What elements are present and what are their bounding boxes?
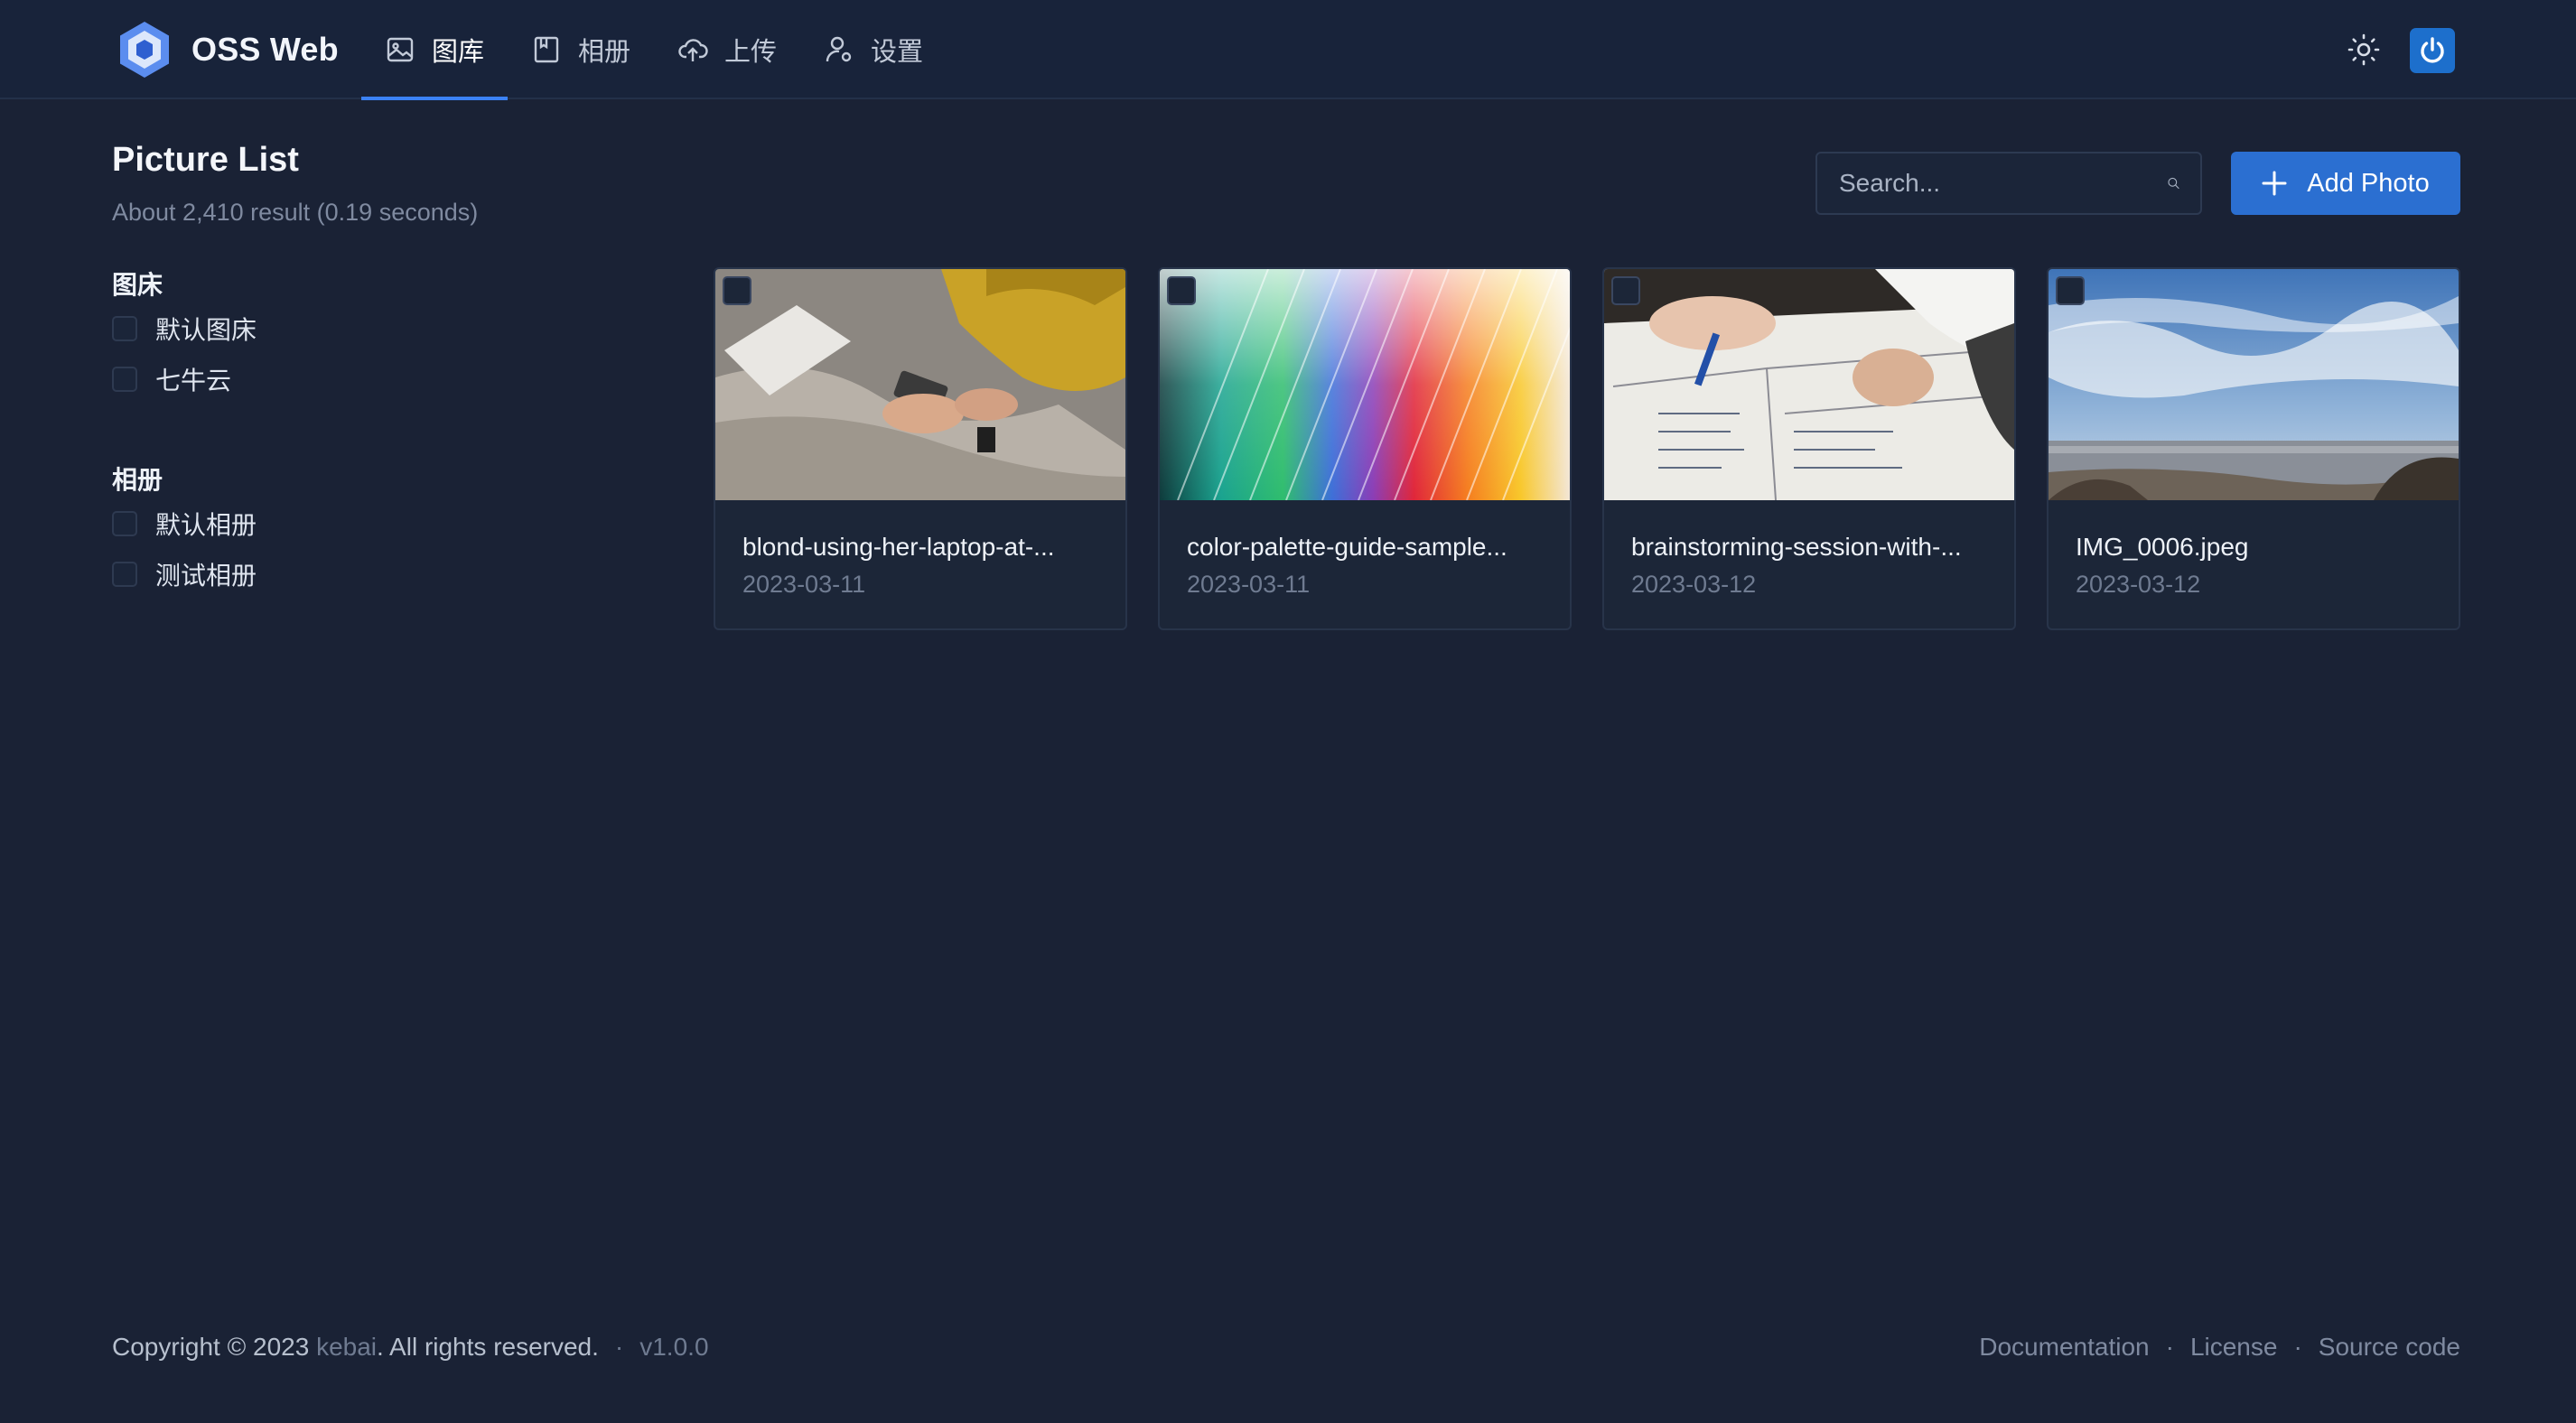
filter-group-album: 相册 默认相册 测试相册 [112, 462, 257, 600]
power-icon [2421, 37, 2444, 63]
card-checkbox[interactable] [1167, 276, 1196, 305]
plus-icon [2262, 171, 2287, 196]
picture-name: IMG_0006.jpeg [2076, 533, 2249, 561]
picture-date: 2023-03-11 [742, 571, 866, 598]
picture-thumbnail [2049, 269, 2459, 500]
filter-label: 默认图床 [155, 316, 257, 344]
card-checkbox[interactable] [1611, 276, 1640, 305]
footer-links: Documentation · License · Source code [1979, 1333, 2460, 1362]
search-input[interactable] [1837, 168, 2167, 199]
filter-option[interactable]: 默认相册 [112, 498, 257, 549]
album-icon [534, 36, 559, 63]
picture-name: color-palette-guide-sample... [1187, 533, 1507, 561]
checkbox[interactable] [112, 562, 137, 587]
filter-label: 默认相册 [155, 511, 257, 539]
documentation-link[interactable]: Documentation [1979, 1333, 2149, 1362]
page-title: Picture List [112, 141, 299, 179]
picture-date: 2023-03-12 [2076, 571, 2201, 598]
user-settings-icon [826, 36, 852, 62]
picture-date: 2023-03-11 [1187, 571, 1311, 598]
picture-card[interactable]: blond-using-her-laptop-at-... 2023-03-11 [714, 267, 1127, 630]
picture-card[interactable]: brainstorming-session-with-... 2023-03-1… [1602, 267, 2016, 630]
copyright-text: Copyright © 2023 [112, 1333, 310, 1361]
checkbox[interactable] [112, 367, 137, 392]
nav-item-album[interactable]: 相册 [508, 0, 654, 99]
picture-card[interactable]: IMG_0006.jpeg 2023-03-12 [2047, 267, 2460, 630]
picture-thumbnail [715, 269, 1125, 500]
copyright-suffix: . All rights reserved. [377, 1333, 599, 1361]
card-checkbox[interactable] [2056, 276, 2085, 305]
separator: · [2293, 1333, 2302, 1361]
picture-date: 2023-03-12 [1631, 571, 1757, 598]
picture-name: brainstorming-session-with-... [1631, 533, 1962, 561]
power-button[interactable] [2410, 28, 2455, 73]
nav-label: 图库 [432, 38, 485, 67]
nav-label: 设置 [871, 38, 924, 67]
search-box [1815, 152, 2202, 215]
checkbox[interactable] [112, 316, 137, 341]
filter-label: 七牛云 [155, 367, 232, 395]
picture-thumbnail [1604, 269, 2014, 500]
cloud-upload-icon [678, 39, 708, 61]
nav-label: 相册 [578, 38, 631, 67]
add-photo-button[interactable]: Add Photo [2231, 152, 2460, 215]
author-link[interactable]: kebai [316, 1333, 377, 1362]
search-icon[interactable] [2167, 166, 2180, 200]
filter-label: 测试相册 [155, 562, 257, 590]
nav-item-settings[interactable]: 设置 [800, 0, 947, 99]
source-code-link[interactable]: Source code [2319, 1333, 2460, 1362]
picture-thumbnail [1160, 269, 1570, 500]
filter-option[interactable]: 测试相册 [112, 549, 257, 600]
card-checkbox[interactable] [723, 276, 751, 305]
filter-option[interactable]: 默认图床 [112, 303, 257, 354]
image-icon [387, 37, 414, 62]
logo-icon [120, 22, 169, 78]
nav-label: 上传 [724, 38, 778, 67]
footer-copyright: Copyright © 2023 kebai. All rights reser… [112, 1333, 709, 1362]
nav-item-gallery[interactable]: 图库 [361, 0, 509, 100]
sun-icon[interactable] [2345, 31, 2383, 69]
license-link[interactable]: License [2190, 1333, 2278, 1362]
brand-title: OSS Web [191, 31, 339, 68]
picture-card[interactable]: color-palette-guide-sample... 2023-03-11 [1158, 267, 1572, 630]
add-photo-label: Add Photo [2307, 168, 2430, 198]
checkbox[interactable] [112, 511, 137, 536]
brand[interactable]: OSS Web [117, 20, 339, 79]
filter-title: 图床 [112, 271, 163, 299]
separator: · [2165, 1333, 2174, 1361]
version-label: v1.0.0 [639, 1333, 709, 1361]
filter-option[interactable]: 七牛云 [112, 354, 257, 405]
nav-item-upload[interactable]: 上传 [654, 0, 800, 99]
main-nav: 图库 相册 上传 设置 [361, 0, 947, 100]
separator: · [614, 1333, 624, 1361]
picture-name: blond-using-her-laptop-at-... [742, 533, 1055, 561]
filter-group-storage: 图床 默认图床 七牛云 [112, 267, 257, 405]
top-navbar: OSS Web 图库 相册 上传 设置 [0, 0, 2576, 100]
filter-title: 相册 [112, 466, 163, 494]
result-count: About 2,410 result (0.19 seconds) [112, 199, 479, 226]
